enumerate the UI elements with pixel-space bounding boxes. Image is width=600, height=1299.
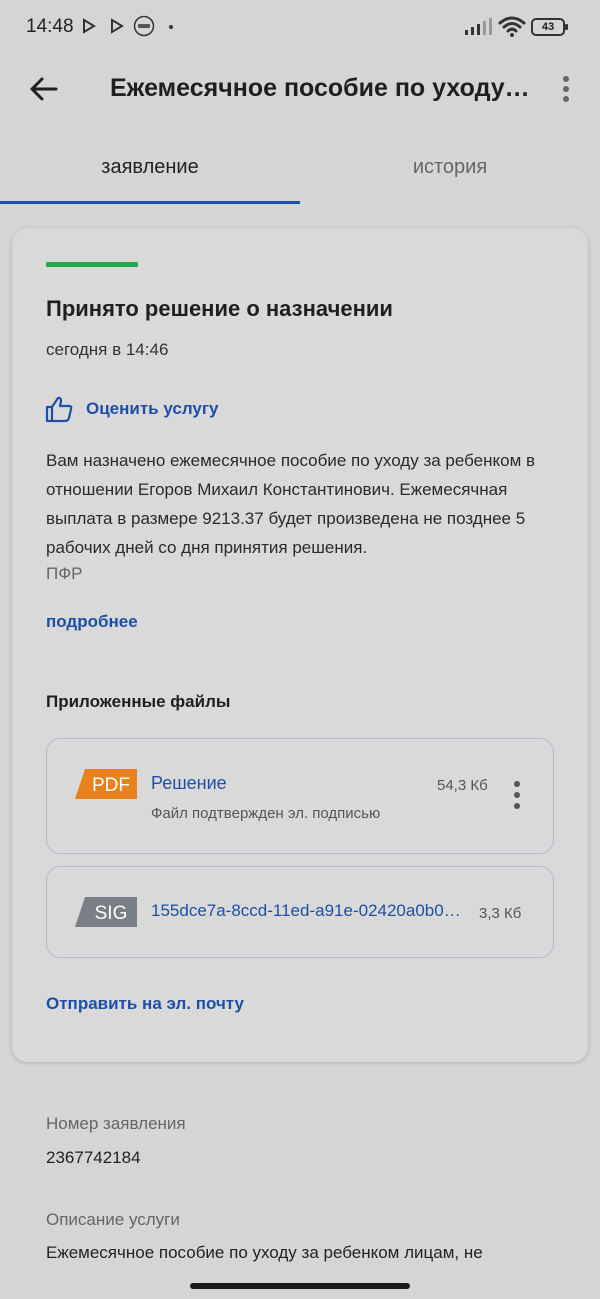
send-email-button[interactable]: Отправить на эл. почту: [46, 994, 244, 1014]
status-indicator-line: [46, 262, 138, 267]
status-date: сегодня в 14:46: [46, 340, 169, 359]
organization-label: ПФР: [46, 564, 83, 583]
file-size: 3,3 Кб: [479, 905, 522, 922]
attached-files-heading: Приложенные файлы: [46, 692, 231, 711]
home-indicator[interactable]: [190, 1283, 410, 1289]
tab-history[interactable]: история: [300, 130, 600, 204]
battery-icon: 43: [531, 18, 568, 36]
pdf-file-icon: PDF: [75, 769, 137, 799]
status-bar: 14:48 43: [0, 0, 600, 56]
file-menu-icon[interactable]: [507, 779, 527, 811]
file-size: 54,3 Кб: [437, 777, 488, 794]
tab-bar: заявление история: [0, 130, 600, 204]
status-message: Вам назначено ежемесячное пособие по ухо…: [46, 451, 536, 557]
sig-badge-label: SIG: [95, 903, 128, 924]
file-name: 155dce7a-8ccd-11ed-a91e-02420a0b0c1d: [151, 901, 469, 920]
service-description-value: Ежемесячное пособие по уходу за ребенком…: [46, 1243, 483, 1262]
file-name: Решение: [151, 773, 227, 793]
thumbs-up-icon: [45, 396, 73, 423]
rate-service-label: Оценить услугу: [86, 399, 219, 418]
file-item-signature[interactable]: SIG 155dce7a-8ccd-11ed-a91e-02420a0b0c1d…: [46, 866, 554, 958]
dot-icon: [169, 25, 173, 29]
app-badge-icon: [133, 15, 155, 37]
service-description-label: Описание услуги: [46, 1210, 180, 1229]
status-title: Принято решение о назначении: [46, 296, 393, 321]
status-card: Принято решение о назначении сегодня в 1…: [12, 228, 588, 1062]
file-item-decision[interactable]: PDF Решение Файл подтвержден эл. подпись…: [46, 738, 554, 854]
tab-indicator: [0, 201, 300, 204]
back-button[interactable]: [26, 72, 60, 106]
more-details-link[interactable]: подробнее: [46, 612, 138, 632]
status-time: 14:48: [26, 16, 74, 37]
play-icon: [83, 18, 96, 34]
signal-icon: [465, 18, 492, 35]
application-number-label: Номер заявления: [46, 1114, 186, 1133]
tab-application[interactable]: заявление: [0, 130, 300, 204]
app-bar: Ежемесячное пособие по уходу за ребенком: [0, 56, 600, 120]
wifi-icon: [498, 16, 526, 37]
play-icon: [111, 18, 124, 34]
page-title: Ежемесячное пособие по уходу за ребенком: [110, 74, 530, 102]
sig-file-icon: SIG: [75, 897, 137, 927]
rate-service-button[interactable]: Оценить услугу: [44, 392, 218, 426]
application-number-value: 2367742184: [46, 1148, 141, 1167]
more-vertical-icon[interactable]: [552, 72, 580, 106]
pdf-badge-label: PDF: [92, 775, 130, 796]
file-signature-note: Файл подтвержден эл. подписью: [151, 805, 381, 822]
